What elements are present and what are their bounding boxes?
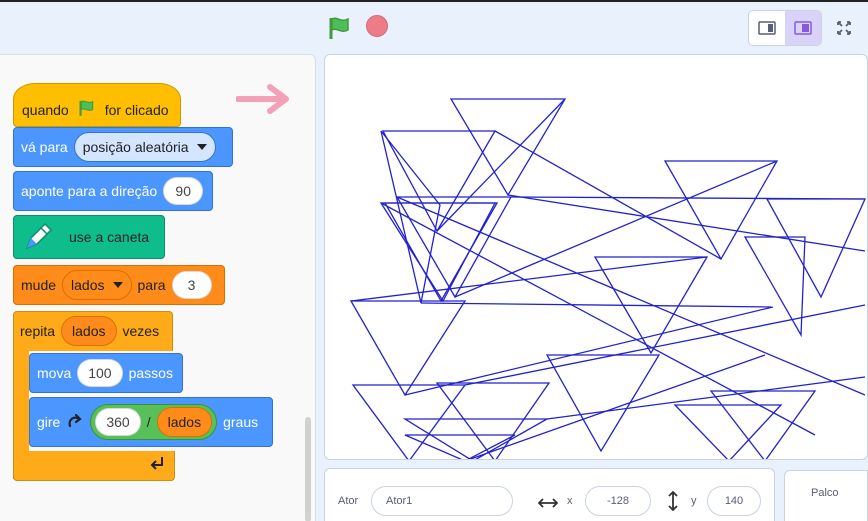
turn-right-block[interactable]: gire 360 / lados graus xyxy=(29,397,273,447)
code-area[interactable]: quando for clicado vá para posição aleat… xyxy=(0,54,316,521)
fullscreen-icon xyxy=(837,21,851,35)
repeat-count-variable[interactable]: lados xyxy=(61,316,117,346)
repeat-suffix: vezes xyxy=(122,323,160,339)
green-flag-button[interactable] xyxy=(326,14,354,42)
vertical-arrows-icon xyxy=(668,491,678,511)
pen-line xyxy=(546,376,866,420)
stage-panel-title: Palco xyxy=(811,487,839,499)
triangle-shape xyxy=(351,384,467,459)
move-label: mova xyxy=(37,365,72,381)
stop-button[interactable] xyxy=(366,15,388,37)
pen-line xyxy=(350,256,708,302)
set-mid-label: para xyxy=(137,277,166,293)
direction-input[interactable]: 90 xyxy=(163,177,204,205)
x-label: x xyxy=(567,495,573,507)
pen-line xyxy=(464,304,866,386)
pen-line xyxy=(404,306,774,396)
repeat-label: repita xyxy=(20,323,56,339)
triangle-shape xyxy=(349,300,467,397)
pen-drawing xyxy=(349,98,867,459)
goto-dropdown-value: posição aleatória xyxy=(82,139,189,155)
flag-icon xyxy=(79,100,93,116)
goto-label: vá para xyxy=(21,139,68,155)
turn-label: gire xyxy=(37,414,61,430)
code-scrollbar[interactable] xyxy=(305,417,311,521)
triangle-shape xyxy=(545,354,661,453)
small-stage-icon xyxy=(758,21,776,35)
divide-operator[interactable]: 360 / lados xyxy=(90,404,218,440)
set-value-input[interactable]: 3 xyxy=(171,271,212,299)
stage-size-toggle xyxy=(748,10,822,46)
when-flag-clicked-block[interactable]: quando for clicado xyxy=(13,83,181,127)
triangle-shape xyxy=(449,98,567,197)
set-label: mude xyxy=(21,277,57,293)
pen-line xyxy=(420,302,772,308)
pen-line xyxy=(507,194,866,252)
stage-canvas[interactable] xyxy=(324,54,868,460)
pen-line xyxy=(494,130,722,260)
divide-symbol: / xyxy=(146,414,151,430)
repeat-block-bottom xyxy=(13,451,175,481)
stage-panel[interactable]: Palco xyxy=(784,470,868,521)
point-in-direction-block[interactable]: aponte para a direção 90 xyxy=(13,171,213,211)
x-position-field[interactable]: -128 xyxy=(585,486,651,516)
pen-line xyxy=(396,196,866,396)
y-position-field[interactable]: 140 xyxy=(707,486,761,516)
pen-line xyxy=(468,354,766,459)
normal-stage-button[interactable] xyxy=(785,11,821,45)
turn-suffix: graus xyxy=(223,414,259,430)
repeat-header: repita lados vezes xyxy=(13,311,173,351)
sprite-info-panel: Ator Ator1 x -128 y 140 xyxy=(324,468,775,521)
sprite-name-field[interactable]: Ator1 xyxy=(371,486,513,516)
pen-down-block[interactable]: use a caneta xyxy=(13,215,165,259)
y-label: y xyxy=(691,495,697,507)
triangle-shape xyxy=(395,196,513,299)
point-label: aponte para a direção xyxy=(21,183,158,199)
dividend-input[interactable]: 360 xyxy=(95,408,141,436)
loop-arrow-icon xyxy=(150,457,163,470)
triangle-shape xyxy=(663,160,779,261)
sprite-name-label: Ator xyxy=(338,495,359,507)
rotate-right-icon xyxy=(68,413,83,428)
pen-label: use a caneta xyxy=(69,229,150,245)
set-variable-block[interactable]: mude lados para 3 xyxy=(13,265,225,305)
triangle-shape xyxy=(709,390,817,459)
move-steps-block[interactable]: mova 100 passos xyxy=(29,353,183,393)
scratch-editor: quando for clicado vá para posição aleat… xyxy=(0,0,868,521)
hat-prefix: quando xyxy=(22,102,69,118)
variable-dropdown-value: lados xyxy=(71,277,105,293)
chevron-down-icon xyxy=(196,144,207,150)
normal-stage-icon xyxy=(794,21,812,35)
divisor-variable[interactable]: lados xyxy=(156,407,213,437)
triangle-shape xyxy=(765,198,867,299)
arrow-icon xyxy=(236,84,289,114)
pen-line xyxy=(380,202,816,436)
move-suffix: passos xyxy=(128,365,173,381)
variable-dropdown[interactable]: lados xyxy=(62,270,132,300)
flag-icon xyxy=(329,17,349,39)
pen-line xyxy=(436,98,566,232)
hat-suffix: for clicado xyxy=(104,102,169,118)
horizontal-arrows-icon xyxy=(538,498,558,508)
goto-dropdown[interactable]: posição aleatória xyxy=(73,132,216,162)
fullscreen-button[interactable] xyxy=(830,14,858,42)
pen-icon xyxy=(25,222,53,250)
small-stage-button[interactable] xyxy=(749,11,785,45)
go-to-block[interactable]: vá para posição aleatória xyxy=(13,127,233,167)
steps-input[interactable]: 100 xyxy=(77,359,123,387)
chevron-down-icon xyxy=(112,282,123,288)
top-bar xyxy=(0,2,868,52)
